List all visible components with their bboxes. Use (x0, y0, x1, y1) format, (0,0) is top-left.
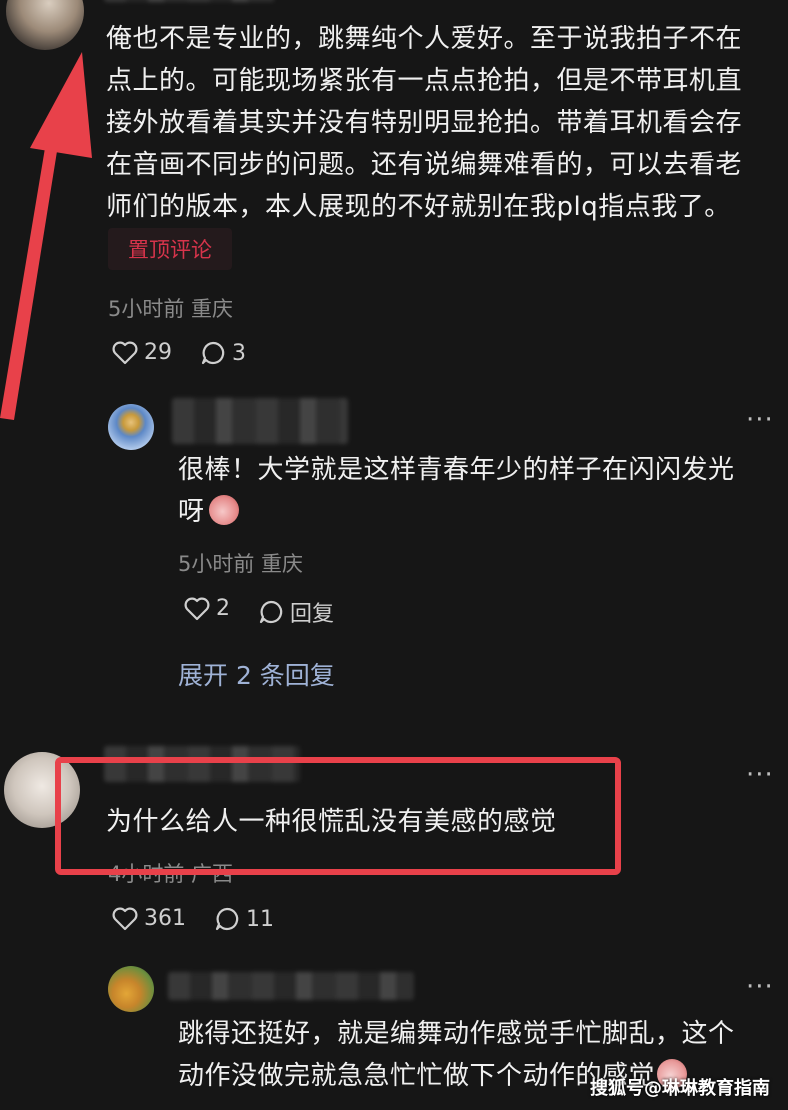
heart-icon (112, 907, 138, 930)
comment-text: 俺也不是专业的，跳舞纯个人爱好。至于说我拍子不在 点上的。可能现场紧张有一点点抢… (106, 24, 743, 222)
reply-count: 3 (232, 340, 246, 366)
comment-time-location: 5小时前 重庆 (108, 297, 234, 321)
avatar[interactable] (108, 404, 154, 450)
like-button[interactable]: 2 (184, 596, 230, 621)
red-arrow-annotation (0, 52, 92, 420)
comment-bubble-icon (201, 341, 225, 365)
more-options-button[interactable]: ··· (746, 760, 774, 790)
avatar[interactable] (108, 966, 154, 1012)
reply-button[interactable]: 回复 (258, 596, 334, 628)
expand-replies-link[interactable]: 展开 2 条回复 (178, 656, 335, 692)
comment-bubble-icon (259, 600, 283, 624)
more-options-button[interactable]: ··· (746, 405, 774, 435)
comment-text: 很棒！大学就是这样青春年少的样子在闪闪发光 呀 (178, 455, 735, 527)
like-count: 2 (216, 596, 230, 621)
heart-icon (184, 597, 210, 620)
emoji-sticker-icon (208, 495, 239, 525)
heart-icon (112, 341, 138, 364)
username-blurred (104, 0, 274, 2)
like-button[interactable]: 29 (112, 340, 172, 365)
pinned-badge: 置顶评论 (108, 228, 232, 270)
watermark: 搜狐号@琳琳教育指南 (590, 1078, 770, 1099)
reply-label: 回复 (290, 602, 335, 627)
username-blurred (172, 398, 348, 444)
like-count: 361 (144, 906, 186, 931)
comment-time-location: 5小时前 重庆 (178, 552, 304, 576)
like-button[interactable]: 361 (112, 906, 186, 931)
more-options-button[interactable]: ··· (746, 972, 774, 1002)
reply-button[interactable]: 3 (200, 340, 246, 366)
comment-thread: 俺也不是专业的，跳舞纯个人爱好。至于说我拍子不在 点上的。可能现场紧张有一点点抢… (0, 0, 788, 1110)
red-highlight-box (55, 757, 621, 875)
username-blurred (168, 972, 414, 1000)
comment-bubble-icon (215, 907, 239, 931)
reply-count: 11 (246, 906, 274, 932)
reply-button[interactable]: 11 (214, 906, 274, 932)
like-count: 29 (144, 340, 172, 365)
